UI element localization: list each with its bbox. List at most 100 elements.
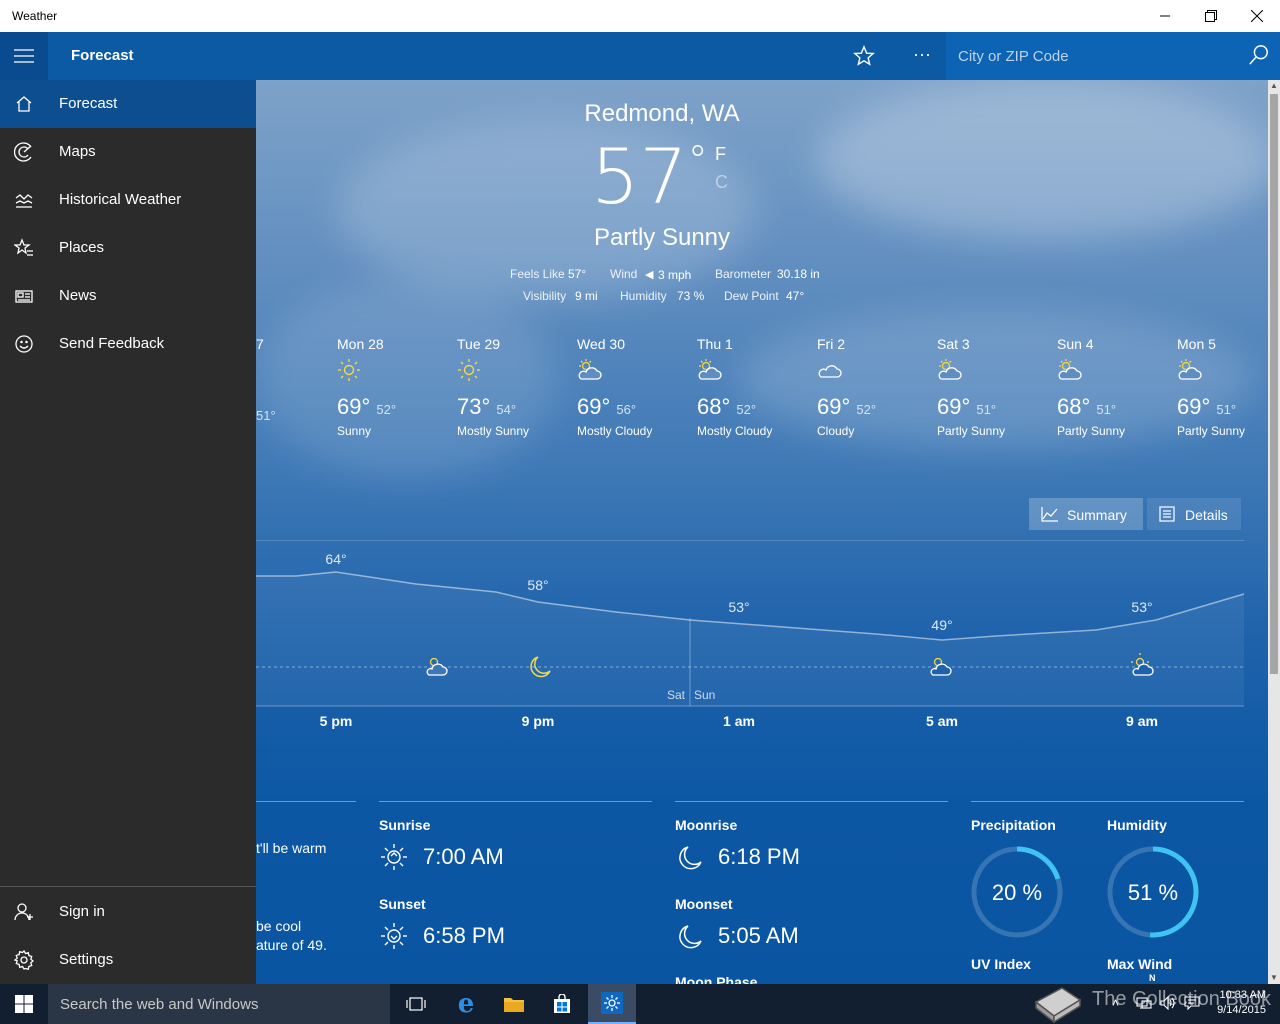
day-name: Fri 2 [817,336,845,352]
daily-item[interactable]: Sat 3 69° 51° Partly Sunny [937,336,1057,438]
weather-app-button[interactable] [588,984,636,1024]
summary-label: Summary [1067,507,1127,523]
nav-item-settings[interactable]: Settings [0,936,256,984]
sunset-time: 6:58 PM [423,923,505,948]
location-name: Redmond, WA [584,100,740,127]
notifications-icon[interactable] [1184,996,1200,1015]
search-input[interactable] [946,32,1236,80]
day-condition: Mostly Cloudy [697,424,773,438]
hourly-chart: 64° 58° 53° 49° 53° Sat Sun 5 pm 9 pm 1 … [256,540,1245,729]
summary-text-line: t'll be warm [256,840,327,856]
task-view-button[interactable] [392,984,440,1024]
nav-item-places[interactable]: Places [0,224,256,272]
start-button[interactable] [0,984,48,1024]
high-temp: 68° [1057,394,1091,419]
nav-item-news[interactable]: News [0,272,256,320]
low-temp: 54° [496,402,517,417]
minimize-button[interactable] [1142,0,1188,32]
hourly-time-label: 1 am [723,713,755,729]
title-bar: Weather [0,0,1280,32]
feels-like-value: 57° [568,267,587,281]
day-temps: 69° 51° [937,394,996,420]
sun-icon [457,358,481,387]
nav-item-label: Sign in [59,903,105,920]
scrollbar[interactable]: ▲ ▼ [1268,80,1280,984]
network-icon[interactable] [1136,996,1152,1015]
chart-icon [14,190,34,210]
day-name: Thu 1 [697,336,733,352]
nav-item-send-feedback[interactable]: Send Feedback [0,320,256,368]
daily-item[interactable]: Wed 30 69° 56° Mostly Cloudy [577,336,697,438]
scroll-thumb[interactable] [1270,94,1278,674]
barometer-label: Barometer [715,267,772,281]
day-name: Wed 30 [577,336,625,352]
hourly-temp-label: 49° [931,617,952,633]
daily-item[interactable]: Mon 28 69° 52° Sunny [337,336,457,438]
day-condition: Partly Sunny [937,424,1006,438]
day-temps: 69° 52° [337,394,396,420]
scroll-down-arrow[interactable]: ▼ [1268,972,1280,984]
day-name: Sat 3 [937,336,970,352]
taskbar-clock[interactable]: 10:33 AM 9/14/2015 [1206,988,1266,1018]
hourly-time-label: 5 am [926,713,958,729]
taskbar-search-input[interactable] [48,984,390,1024]
barometer-value: 30.18 in [777,267,820,281]
day-temps: 69° 51° [1177,394,1236,420]
moonrise-time: 6:18 PM [718,844,800,869]
store-button[interactable] [538,984,586,1024]
current-condition: Partly Sunny [593,224,731,251]
windows-logo-icon [15,995,33,1013]
nav-item-maps[interactable]: Maps [0,128,256,176]
cloud-sun-icon [1177,358,1203,387]
nav-item-forecast[interactable]: Forecast [0,80,256,128]
daily-item[interactable]: Fri 2 69° 52° Cloudy [817,336,937,438]
daily-item[interactable]: Thu 1 68° 52° Mostly Cloudy [697,336,817,438]
nav-item-historical-weather[interactable]: Historical Weather [0,176,256,224]
task-view-icon [406,997,426,1011]
hourly-temp-label: 64° [325,551,346,567]
day-temps: 69° 52° [817,394,876,420]
unit-celsius-toggle[interactable]: C [715,172,728,193]
favorite-button[interactable] [844,32,884,80]
unit-fahrenheit-toggle[interactable]: F [715,144,726,165]
wind-direction-icon: ◀ [645,269,654,281]
more-options-button[interactable]: ··· [902,32,942,80]
daily-item[interactable]: Sun 4 68° 51° Partly Sunny [1057,336,1177,438]
details-button[interactable]: Details [1147,498,1241,530]
restore-button[interactable] [1188,0,1234,32]
radar-icon [13,142,34,162]
weather-sun-icon [601,992,623,1014]
nav-item-label: Places [59,239,105,256]
edge-button[interactable]: e [442,984,490,1024]
book-logo-icon [1030,980,1086,1024]
file-explorer-button[interactable] [490,984,538,1024]
high-temp: 69° [937,394,971,419]
tray-chevron-icon[interactable]: ˄ [1112,996,1119,1010]
search-button[interactable] [1248,44,1270,71]
visibility-value: 9 mi [575,289,598,303]
hamburger-menu-button[interactable] [0,32,48,80]
sunrise-time: 7:00 AM [423,844,504,869]
current-temperature: 57° [591,132,708,221]
low-temp: 56° [616,402,637,417]
news-icon [14,286,34,306]
hourly-time-label: 9 am [1126,713,1158,729]
daily-item[interactable]: Tue 29 73° 54° Mostly Sunny [457,336,577,438]
daily-item[interactable]: Mon 5 69° 51° Partly Sunny [1177,336,1268,438]
humidity-ring: 51 % [1107,846,1199,938]
day-temps: 68° 51° [1057,394,1116,420]
scroll-up-arrow[interactable]: ▲ [1268,80,1280,92]
nav-divider [0,886,256,887]
home-icon [14,94,34,114]
day-name: Mon 28 [337,336,384,352]
summary-button[interactable]: Summary [1029,498,1143,530]
volume-icon[interactable] [1160,995,1176,1015]
low-temp: 52° [856,402,877,417]
wind-label: Wind [610,267,638,281]
day-temps: 69° 56° [577,394,636,420]
humidity-value: 73 % [677,289,705,303]
folder-icon [504,998,524,1012]
close-button[interactable] [1234,0,1280,32]
nav-item-sign-in[interactable]: Sign in [0,888,256,936]
moonrise-label: Moonrise [675,817,738,833]
